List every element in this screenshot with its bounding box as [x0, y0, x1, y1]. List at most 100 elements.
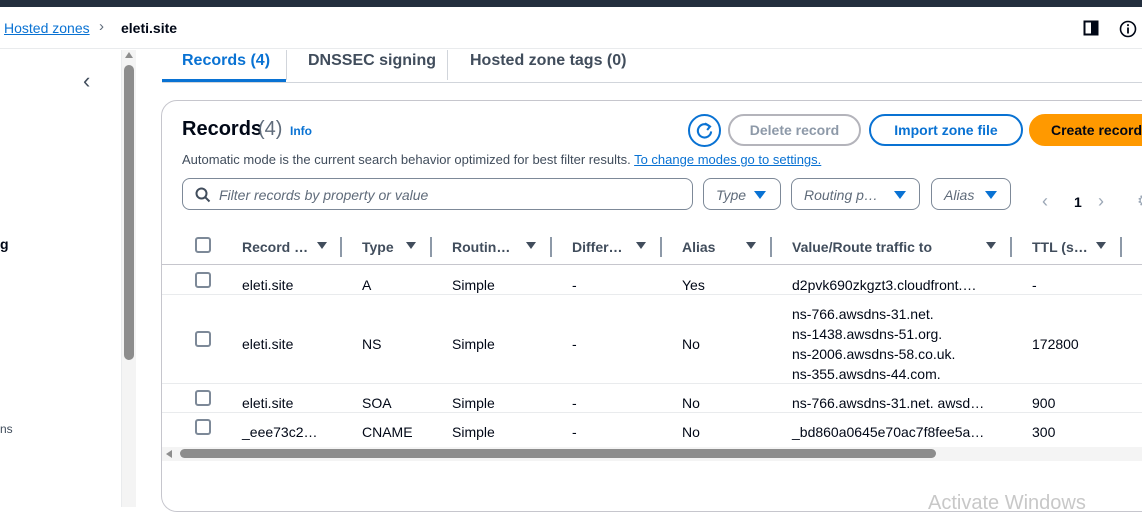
horizontal-scrollbar[interactable] — [162, 447, 1142, 461]
cell-ttl: 900 — [1032, 395, 1056, 411]
table-row[interactable]: eleti.site A Simple - Yes d2pvk690zkgzt3… — [162, 266, 1142, 295]
type-filter-label: Type — [716, 187, 747, 203]
refresh-icon — [696, 122, 713, 139]
chevron-left-icon[interactable]: ‹ — [1042, 191, 1048, 212]
caret-down-icon — [894, 191, 906, 199]
nav-item-fragment[interactable]: ns — [0, 422, 13, 436]
info-circle-icon[interactable] — [1119, 20, 1137, 38]
tab-hosted-zone-tags[interactable]: Hosted zone tags (0) — [470, 52, 626, 70]
column-resizer[interactable] — [550, 237, 552, 257]
column-resizer[interactable] — [340, 237, 342, 257]
cell-ttl: 172800 — [1032, 336, 1079, 352]
cell-differentiator: - — [572, 424, 577, 440]
chevron-left-icon[interactable]: ‹ — [83, 68, 90, 94]
refresh-button[interactable] — [688, 114, 721, 147]
scroll-thumb[interactable] — [180, 449, 936, 458]
cell-value-line: ns-355.awsdns-44.com. — [792, 366, 941, 382]
breadcrumb: Hosted zones › eleti.site — [0, 7, 1142, 49]
caret-down-icon — [754, 191, 766, 199]
sort-icon[interactable] — [746, 242, 756, 249]
sort-icon[interactable] — [1096, 242, 1106, 249]
vertical-scrollbar[interactable] — [122, 50, 136, 507]
cell-record-name: eleti.site — [242, 277, 294, 293]
cell-differentiator: - — [572, 277, 577, 293]
cell-differentiator: - — [572, 336, 577, 352]
sort-icon[interactable] — [406, 242, 416, 249]
sort-icon[interactable] — [636, 242, 646, 249]
table-row[interactable]: eleti.site NS Simple - No ns-766.awsdns-… — [162, 296, 1142, 384]
table-header: Record … Type Routin… Differ… Alias Valu… — [162, 229, 1142, 265]
cell-ttl: 300 — [1032, 424, 1056, 440]
column-resizer[interactable] — [430, 237, 432, 257]
row-checkbox[interactable] — [195, 419, 211, 435]
search-placeholder: Filter records by property or value — [219, 187, 429, 203]
cell-type: NS — [362, 336, 382, 352]
column-header-record-name[interactable]: Record … — [242, 239, 308, 255]
info-link[interactable]: Info — [290, 124, 312, 138]
column-header-differentiator[interactable]: Differ… — [572, 239, 623, 255]
active-tab-indicator — [162, 79, 286, 82]
table-row[interactable]: eleti.site SOA Simple - No ns-766.awsdns… — [162, 385, 1142, 413]
delete-record-button[interactable]: Delete record — [728, 114, 861, 146]
routing-filter-label: Routing p… — [804, 187, 878, 203]
alias-filter-select[interactable]: Alias — [931, 178, 1011, 210]
activate-windows-watermark: Activate Windows — [928, 492, 1086, 514]
main-content: Records (4) DNSSEC signing Hosted zone t… — [136, 50, 1142, 514]
chevron-right-icon[interactable]: › — [1098, 191, 1104, 212]
scroll-thumb[interactable] — [124, 65, 134, 360]
scroll-left-icon[interactable] — [166, 450, 172, 458]
cell-value-line: ns-766.awsdns-31.net. — [792, 306, 934, 322]
scroll-up-icon[interactable] — [125, 52, 133, 58]
cell-alias: No — [682, 336, 700, 352]
tab-dnssec-signing[interactable]: DNSSEC signing — [308, 52, 436, 70]
cell-routing: Simple — [452, 336, 495, 352]
cell-record-name: eleti.site — [242, 336, 294, 352]
create-record-button[interactable]: Create record — [1029, 114, 1142, 146]
type-filter-select[interactable]: Type — [703, 178, 781, 210]
cell-type: CNAME — [362, 424, 413, 440]
column-header-alias[interactable]: Alias — [682, 239, 715, 255]
search-mode-description: Automatic mode is the current search beh… — [182, 152, 821, 167]
cell-alias: Yes — [682, 277, 705, 293]
breadcrumb-hosted-zones-link[interactable]: Hosted zones — [4, 20, 90, 36]
alias-filter-label: Alias — [944, 187, 975, 203]
table-row[interactable]: _eee73c2… CNAME Simple - No _bd860a0645e… — [162, 414, 1142, 444]
column-resizer[interactable] — [770, 237, 772, 257]
side-navigation: ‹ g ns — [0, 50, 122, 507]
select-all-checkbox[interactable] — [195, 237, 211, 253]
sort-icon[interactable] — [317, 242, 327, 249]
tab-records[interactable]: Records (4) — [182, 52, 270, 70]
page-number[interactable]: 1 — [1074, 194, 1082, 210]
top-navigation-bar — [0, 0, 1142, 7]
cell-type: SOA — [362, 395, 392, 411]
routing-policy-filter-select[interactable]: Routing p… — [791, 178, 920, 210]
settings-link[interactable]: To change modes go to settings. — [634, 152, 821, 167]
cell-type: A — [362, 277, 372, 293]
column-resizer[interactable] — [660, 237, 662, 257]
caret-down-icon — [985, 191, 997, 199]
sort-icon[interactable] — [986, 242, 996, 249]
import-zone-file-button[interactable]: Import zone file — [869, 114, 1023, 146]
cell-routing: Simple — [452, 395, 495, 411]
cell-alias: No — [682, 424, 700, 440]
row-checkbox[interactable] — [195, 331, 211, 347]
filter-records-input[interactable]: Filter records by property or value — [182, 178, 693, 210]
tab-divider — [447, 50, 448, 80]
row-checkbox[interactable] — [195, 272, 211, 288]
nav-item-fragment[interactable]: g — [0, 236, 9, 252]
split-panel-icon[interactable] — [1083, 20, 1101, 38]
column-resizer[interactable] — [1120, 237, 1122, 257]
column-header-type[interactable]: Type — [362, 239, 394, 255]
column-header-ttl[interactable]: TTL (s… — [1032, 239, 1088, 255]
row-checkbox[interactable] — [195, 390, 211, 406]
cell-record-name: eleti.site — [242, 395, 294, 411]
chevron-right-icon: › — [99, 18, 104, 35]
tab-list: Records (4) DNSSEC signing Hosted zone t… — [162, 50, 1142, 83]
cell-value-line: ns-2006.awsdns-58.co.uk. — [792, 346, 956, 362]
column-header-routing-policy[interactable]: Routin… — [452, 239, 510, 255]
sort-icon[interactable] — [526, 242, 536, 249]
column-resizer[interactable] — [1010, 237, 1012, 257]
cell-routing: Simple — [452, 277, 495, 293]
column-header-value[interactable]: Value/Route traffic to — [792, 239, 932, 255]
settings-icon[interactable]: ⚙ — [1137, 191, 1142, 211]
